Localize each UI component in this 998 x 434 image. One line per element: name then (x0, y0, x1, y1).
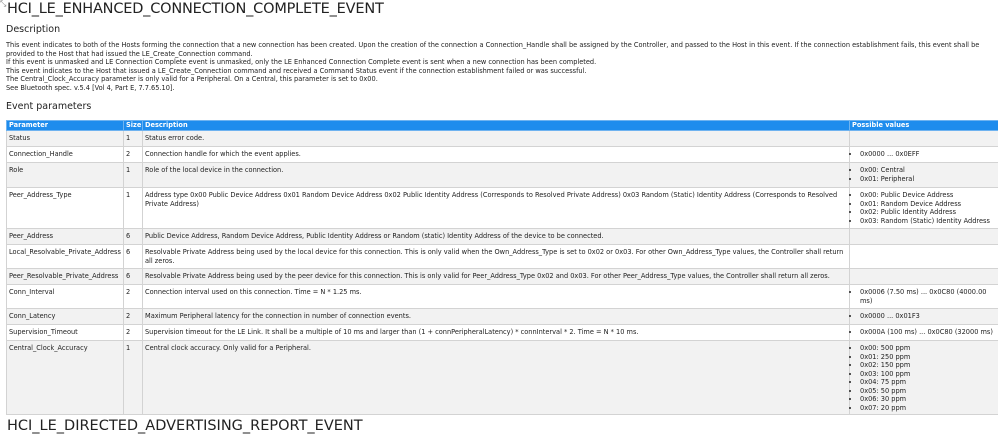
cell-description: Connection handle for which the event ap… (143, 147, 850, 163)
cell-description: Supervision timeout for the LE Link. It … (143, 325, 850, 341)
table-row: Peer_Address6Public Device Address, Rand… (7, 229, 998, 245)
possible-values-list: 0x00: Central0x01: Peripheral (852, 166, 996, 183)
description-paragraph: This event indicates to the Host that is… (6, 67, 996, 76)
cell-description: Resolvable Private Address being used by… (143, 269, 850, 285)
possible-values-list: 0x000A (100 ms) ... 0x0C80 (32000 ms) (852, 328, 996, 337)
cell-parameter: Status (7, 131, 124, 147)
description-heading: Description (6, 24, 60, 35)
possible-values-list: 0x0006 (7.50 ms) ... 0x0C80 (4000.00 ms) (852, 288, 996, 305)
possible-value-item: 0x0006 (7.50 ms) ... 0x0C80 (4000.00 ms) (860, 288, 996, 305)
cell-possible-values (850, 245, 998, 269)
column-header-description: Description (143, 121, 850, 131)
description-block: This event indicates to both of the Host… (6, 41, 996, 93)
possible-value-item: 0x01: Peripheral (860, 175, 996, 184)
cell-description: Central clock accuracy. Only valid for a… (143, 341, 850, 415)
table-row: Status1Status error code. (7, 131, 998, 147)
possible-values-list: 0x0000 ... 0x01F3 (852, 312, 996, 321)
possible-value-item: 0x06: 30 ppm (860, 395, 996, 404)
possible-value-item: 0x04: 75 ppm (860, 378, 996, 387)
parameters-table: Parameter Size Description Possible valu… (6, 120, 998, 415)
cell-possible-values (850, 269, 998, 285)
cell-parameter: Peer_Address (7, 229, 124, 245)
cell-size: 6 (124, 269, 143, 285)
possible-value-item: 0x01: 250 ppm (860, 353, 996, 362)
table-header-row: Parameter Size Description Possible valu… (7, 121, 998, 131)
cell-possible-values: 0x000A (100 ms) ... 0x0C80 (32000 ms) (850, 325, 998, 341)
cell-description: Address type 0x00 Public Device Address … (143, 188, 850, 229)
possible-values-list: 0x00: Public Device Address0x01: Random … (852, 191, 996, 225)
possible-value-item: 0x05: 50 ppm (860, 387, 996, 396)
possible-value-item: 0x0000 ... 0x01F3 (860, 312, 996, 321)
table-row: Conn_Interval2Connection interval used o… (7, 285, 998, 309)
cell-size: 2 (124, 325, 143, 341)
table-row: Supervision_Timeout2Supervision timeout … (7, 325, 998, 341)
column-header-possible-values: Possible values (850, 121, 998, 131)
description-paragraph: If this event is unmasked and LE Connect… (6, 58, 996, 67)
cell-size: 1 (124, 341, 143, 415)
cell-parameter: Connection_Handle (7, 147, 124, 163)
cell-possible-values: 0x00: 500 ppm0x01: 250 ppm0x02: 150 ppm0… (850, 341, 998, 415)
possible-value-item: 0x0000 ... 0x0EFF (860, 150, 996, 159)
cell-parameter: Peer_Resolvable_Private_Address (7, 269, 124, 285)
cell-parameter: Central_Clock_Accuracy (7, 341, 124, 415)
cell-size: 2 (124, 309, 143, 325)
possible-value-item: 0x00: Public Device Address (860, 191, 996, 200)
possible-value-item: 0x07: 20 ppm (860, 404, 996, 413)
table-row: Peer_Resolvable_Private_Address6Resolvab… (7, 269, 998, 285)
cell-possible-values: 0x0000 ... 0x01F3 (850, 309, 998, 325)
cell-possible-values (850, 131, 998, 147)
possible-value-item: 0x01: Random Device Address (860, 200, 996, 209)
table-row: Peer_Address_Type1Address type 0x00 Publ… (7, 188, 998, 229)
table-row: Central_Clock_Accuracy1Central clock acc… (7, 341, 998, 415)
cell-size: 2 (124, 285, 143, 309)
column-header-size: Size (124, 121, 143, 131)
table-row: Conn_Latency2Maximum Peripheral latency … (7, 309, 998, 325)
table-row: Role1Role of the local device in the con… (7, 163, 998, 188)
cell-possible-values (850, 229, 998, 245)
cell-size: 2 (124, 147, 143, 163)
table-body: Status1Status error code.Connection_Hand… (7, 131, 998, 415)
cell-size: 6 (124, 245, 143, 269)
description-paragraph: The Central_Clock_Accuracy parameter is … (6, 75, 996, 84)
cell-description: Status error code. (143, 131, 850, 147)
cell-description: Public Device Address, Random Device Add… (143, 229, 850, 245)
cell-size: 1 (124, 163, 143, 188)
possible-value-item: 0x000A (100 ms) ... 0x0C80 (32000 ms) (860, 328, 996, 337)
cell-size: 1 (124, 188, 143, 229)
description-paragraph: This event indicates to both of the Host… (6, 41, 996, 58)
cell-parameter: Conn_Interval (7, 285, 124, 309)
description-paragraph: See Bluetooth spec. v.5.4 [Vol 4, Part E… (6, 84, 996, 93)
event-parameters-heading: Event parameters (6, 101, 91, 112)
cell-parameter: Role (7, 163, 124, 188)
cell-description: Connection interval used on this connect… (143, 285, 850, 309)
page-title: HCI_LE_ENHANCED_CONNECTION_COMPLETE_EVEN… (7, 1, 384, 17)
next-section-title: HCI_LE_DIRECTED_ADVERTISING_REPORT_EVENT (7, 418, 363, 434)
possible-value-item: 0x00: Central (860, 166, 996, 175)
possible-value-item: 0x03: Random (Static) Identity Address (860, 217, 996, 226)
table-row: Connection_Handle2Connection handle for … (7, 147, 998, 163)
possible-values-list: 0x00: 500 ppm0x01: 250 ppm0x02: 150 ppm0… (852, 344, 996, 412)
possible-values-list: 0x0000 ... 0x0EFF (852, 150, 996, 159)
possible-value-item: 0x02: Public Identity Address (860, 208, 996, 217)
cell-parameter: Peer_Address_Type (7, 188, 124, 229)
cell-parameter: Supervision_Timeout (7, 325, 124, 341)
cell-size: 6 (124, 229, 143, 245)
cell-parameter: Local_Resolvable_Private_Address (7, 245, 124, 269)
cell-size: 1 (124, 131, 143, 147)
column-header-parameter: Parameter (7, 121, 124, 131)
possible-value-item: 0x02: 150 ppm (860, 361, 996, 370)
cell-description: Role of the local device in the connecti… (143, 163, 850, 188)
cell-possible-values: 0x00: Public Device Address0x01: Random … (850, 188, 998, 229)
cell-possible-values: 0x0000 ... 0x0EFF (850, 147, 998, 163)
possible-value-item: 0x00: 500 ppm (860, 344, 996, 353)
cell-parameter: Conn_Latency (7, 309, 124, 325)
cell-possible-values: 0x00: Central0x01: Peripheral (850, 163, 998, 188)
table-row: Local_Resolvable_Private_Address6Resolva… (7, 245, 998, 269)
resize-handle-icon: ⤡ (0, 0, 6, 8)
cell-description: Resolvable Private Address being used by… (143, 245, 850, 269)
possible-value-item: 0x03: 100 ppm (860, 370, 996, 379)
cell-description: Maximum Peripheral latency for the conne… (143, 309, 850, 325)
cell-possible-values: 0x0006 (7.50 ms) ... 0x0C80 (4000.00 ms) (850, 285, 998, 309)
